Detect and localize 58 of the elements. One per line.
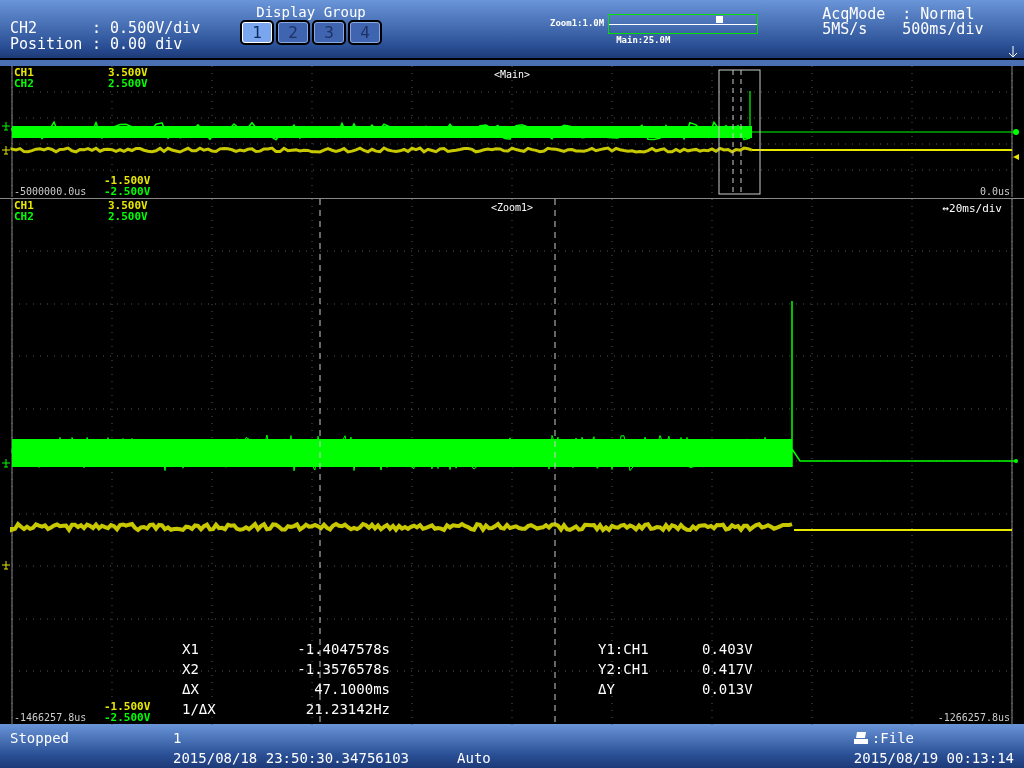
channel-name: CH1 [14, 66, 34, 78]
clock: 2015/08/19 00:13:14 [853, 749, 1014, 768]
display-group-button[interactable]: 3 [312, 20, 346, 46]
setting-value: : 0.00 div [92, 34, 183, 53]
cursor-label: X2 [182, 659, 200, 679]
down-arrow-icon [1008, 45, 1018, 58]
zoom-timebase: ↔20ms/div [942, 201, 1002, 215]
channel-name: CH1 [14, 199, 34, 211]
cursor-label: 1/ΔX [182, 699, 217, 719]
time-end: 0.0us [979, 185, 1010, 197]
cursor-value: -1.4047578s [296, 639, 390, 659]
time-end: -1266257.8us [937, 712, 1010, 723]
main-ratio-label: Main:25.0M [616, 33, 672, 46]
channel-name: CH2 [14, 210, 34, 222]
display-group-button[interactable]: 2 [276, 20, 310, 46]
cursor-value: 0.403V [702, 639, 754, 659]
cursor-value: 0.417V [702, 659, 754, 679]
channel-name: CH2 [14, 77, 34, 89]
scale-value: -1.500V [104, 174, 151, 186]
zoom-window-frame[interactable] [718, 69, 761, 195]
scale-value: 3.500V [108, 66, 148, 78]
cursor-label: Y1:CH1 [598, 639, 650, 659]
cursor-label: ΔX [182, 679, 200, 699]
setting-value: : 0.500V/div [92, 18, 201, 37]
time-start: -5000000.0us [14, 185, 87, 197]
display-group-title: Display Group [256, 4, 366, 21]
acq-mode-label: AcqMode [822, 6, 887, 22]
display-group-button[interactable]: 1 [240, 20, 274, 46]
scale-value: -1.500V [104, 701, 151, 712]
time-start: -1466257.8us [14, 712, 87, 723]
cursor-value: -1.3576578s [296, 659, 390, 679]
scale-value: -2.500V [104, 185, 151, 197]
display-group-button[interactable]: 4 [348, 20, 382, 46]
ground-marker-icon [1, 145, 11, 155]
zoom-ratio-label: Zoom1:1.0M [550, 17, 605, 28]
setting-label: Position [10, 35, 84, 52]
printer-icon [853, 732, 868, 744]
scale-value: 3.500V [108, 199, 148, 211]
panel-title: <Zoom1> [490, 201, 534, 213]
cursor-value: 47.1000ms [313, 679, 390, 699]
scale-value: 2.500V [108, 77, 148, 89]
ground-marker-icon [1, 458, 11, 468]
cursor-label: ΔY [598, 679, 616, 699]
trigger-time: 2015/08/18 23:50:30.34756103 [173, 749, 410, 768]
cursor-value: 21.23142Hz [304, 699, 390, 719]
panel-title: <Main> [493, 68, 531, 80]
ground-marker-icon [1, 121, 11, 131]
scale-value: 2.500V [108, 210, 148, 222]
cursor-label: Y2:CH1 [598, 659, 650, 679]
run-state: Stopped [10, 729, 69, 748]
cursor-value: 0.013V [702, 679, 754, 699]
trigger-mode: Auto [457, 749, 491, 768]
acquisition-count: 1 [173, 729, 183, 748]
setting-label: CH2 [10, 19, 39, 36]
cursor-label: X1 [182, 639, 200, 659]
save-target: :File [871, 729, 914, 748]
ground-marker-icon [1, 560, 11, 570]
scale-value: -2.500V [104, 712, 151, 723]
